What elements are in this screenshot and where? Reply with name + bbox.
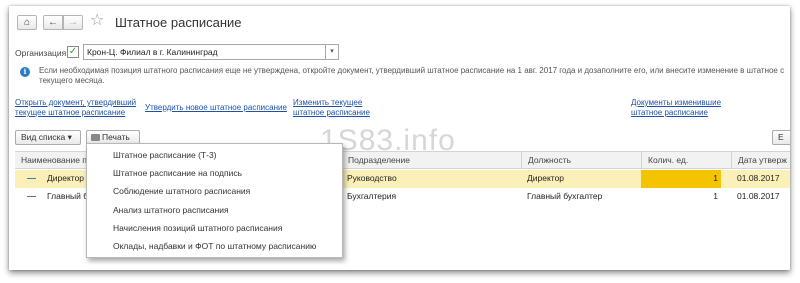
organization-field[interactable]: Крон-Ц. Филиал в г. Калининград: [83, 44, 326, 60]
info-message: Если необходимая позиция штатного распис…: [39, 66, 785, 85]
organization-label: Организация:: [15, 48, 69, 58]
print-menu-item-for-signature[interactable]: Штатное расписание на подпись: [87, 164, 342, 182]
open-document-link[interactable]: Открыть документ, утвердивший текущее шт…: [15, 98, 145, 118]
documents-changed-link[interactable]: Документы изменившие штатное расписание: [631, 98, 751, 118]
print-menu: Штатное расписание (Т-3) Штатное расписа…: [86, 143, 343, 258]
change-current-link[interactable]: Изменить текущее штатное расписание: [293, 98, 383, 118]
home-icon: ⌂: [23, 17, 31, 28]
row-date: 01.08.2017: [737, 173, 780, 183]
print-menu-item-accruals[interactable]: Начисления позиций штатного расписания: [87, 219, 342, 237]
column-header-position[interactable]: Должность: [521, 152, 641, 169]
organization-dropdown-button[interactable]: ▾: [326, 44, 339, 60]
window: ⌂ ← → ☆ Штатное расписание Организация: …: [9, 6, 790, 270]
back-button[interactable]: ←: [43, 15, 63, 30]
approve-new-link[interactable]: Утвердить новое штатное расписание: [145, 103, 287, 113]
checkmark-icon: ✓: [68, 46, 78, 57]
row-name: Директор /: [47, 173, 89, 183]
print-menu-item-compliance[interactable]: Соблюдение штатного расписания: [87, 182, 342, 200]
page-title: Штатное расписание: [115, 15, 242, 30]
extra-toolbar-button[interactable]: E: [772, 130, 790, 145]
forward-arrow-icon: →: [68, 17, 78, 28]
home-button[interactable]: ⌂: [17, 15, 37, 30]
print-label: Печать: [102, 132, 130, 142]
row-department: Бухгалтерия: [347, 191, 397, 201]
column-header-date[interactable]: Дата утверж: [731, 152, 790, 169]
print-menu-item-salaries[interactable]: Оклады, надбавки и ФОТ по штатному распи…: [87, 237, 342, 255]
back-arrow-icon: ←: [48, 17, 58, 28]
row-marker-icon: —: [27, 191, 36, 201]
row-department: Руководство: [347, 173, 397, 183]
row-quantity: 1: [713, 191, 718, 201]
print-menu-item-analysis[interactable]: Анализ штатного расписания: [87, 201, 342, 219]
row-quantity: 1: [713, 173, 718, 183]
view-list-label: Вид списка: [21, 132, 66, 142]
organization-checkbox[interactable]: ✓: [67, 46, 79, 58]
row-position: Директор: [527, 173, 565, 183]
column-header-department[interactable]: Подразделение: [341, 152, 521, 169]
info-icon: i: [20, 67, 30, 77]
column-header-quantity[interactable]: Колич. ед.: [641, 152, 731, 169]
row-marker-icon: —: [27, 173, 36, 183]
chevron-down-icon: ▾: [330, 48, 334, 55]
row-name: Главный б: [47, 191, 89, 201]
forward-button[interactable]: →: [63, 15, 83, 30]
favorite-star-icon[interactable]: ☆: [90, 12, 104, 30]
title-bar: ⌂ ← → ☆ Штатное расписание: [9, 6, 790, 36]
row-date: 01.08.2017: [737, 191, 780, 201]
view-list-button[interactable]: Вид списка ▾: [15, 130, 81, 145]
print-menu-item-t3[interactable]: Штатное расписание (Т-3): [87, 146, 342, 164]
printer-icon: [91, 134, 100, 141]
chevron-down-icon: ▾: [67, 132, 72, 142]
row-position: Главный бухгалтер: [527, 191, 603, 201]
